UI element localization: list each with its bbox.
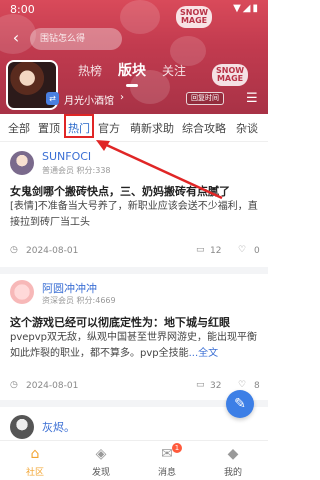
- clock-icon: ◷: [10, 380, 18, 390]
- board-header: SNOW MAGE SNOW MAGE 8:00 ▼◢▮ ‹ 围钻怎么得 热榜 版块…: [0, 0, 268, 114]
- community-icon: ⌂: [30, 446, 40, 462]
- post-date: 2024-08-01: [26, 246, 79, 256]
- category-tabs: 全部 置顶 热门 官方 萌新求助 综合攻略 杂谈: [0, 114, 268, 142]
- nav-community[interactable]: ⌂ 社区: [10, 443, 60, 479]
- clock-icon: ◷: [10, 245, 18, 255]
- sub-board-name[interactable]: 月光小酒馆: [64, 92, 114, 107]
- post-author-meta: 普通会员 积分:338: [42, 166, 111, 175]
- category-newbie-help[interactable]: 萌新求助: [130, 120, 174, 136]
- avatar[interactable]: [10, 151, 34, 175]
- post-footer: ◷ 2024-08-01 ▭ 32 ♡ 8: [10, 380, 260, 394]
- post-date: 2024-08-01: [26, 381, 79, 391]
- profile-icon: ◆: [227, 446, 239, 462]
- comment-icon[interactable]: ▭: [196, 245, 205, 255]
- sort-button[interactable]: 回复时间: [186, 92, 224, 105]
- like-icon[interactable]: ♡: [238, 380, 246, 390]
- tab-board[interactable]: 版块: [118, 60, 146, 80]
- post-body-text: pvepvp双无敌，纵观中国甚至世界网游史，能出现平衡如此炸裂的职业，都不算多。…: [10, 332, 258, 359]
- post-title[interactable]: 女鬼剑哪个搬砖快点，三、奶妈搬砖有点腻了: [10, 183, 260, 199]
- search-input[interactable]: 围钻怎么得: [30, 28, 122, 50]
- like-icon[interactable]: ♡: [238, 245, 246, 255]
- post-title[interactable]: 这个游戏已经可以彻底定性为：地下城与红眼: [10, 314, 260, 330]
- post-body[interactable]: [表情]不准备当大号养了，新职业应该会送不少福利，直接拉到砖厂当工头: [10, 199, 260, 231]
- post-card[interactable]: SUNFOCI 普通会员 积分:338 女鬼剑哪个搬砖快点，三、奶妈搬砖有点腻了…: [0, 143, 268, 267]
- nav-profile-label: 我的: [223, 468, 242, 478]
- nav-discover[interactable]: ◈ 发现: [76, 443, 126, 479]
- like-count: 0: [254, 246, 260, 256]
- status-time: 8:00: [10, 3, 35, 16]
- avatar[interactable]: [10, 415, 34, 439]
- post-author[interactable]: SUNFOCI: [42, 150, 91, 163]
- chevron-right-icon: ›: [120, 92, 124, 103]
- category-pinned[interactable]: 置顶: [38, 120, 60, 136]
- category-all[interactable]: 全部: [8, 120, 30, 136]
- menu-icon[interactable]: ☰: [246, 91, 258, 106]
- divider: [0, 267, 268, 274]
- nav-messages-label: 消息: [157, 468, 176, 478]
- post-card[interactable]: 阿圆冲冲冲 资深会员 积分:4669 这个游戏已经可以彻底定性为：地下城与红眼 …: [0, 274, 268, 400]
- post-author[interactable]: 阿圆冲冲冲: [42, 280, 97, 296]
- tab-hot-list[interactable]: 热榜: [78, 62, 102, 79]
- tab-follow[interactable]: 关注: [162, 62, 186, 79]
- category-guides[interactable]: 综合攻略: [182, 120, 226, 136]
- post-footer: ◷ 2024-08-01 ▭ 12 ♡ 0: [10, 245, 260, 259]
- nav-messages[interactable]: ✉ 1 消息: [142, 443, 192, 479]
- status-bar: 8:00 ▼◢▮: [0, 0, 268, 20]
- highlight-box: [64, 114, 94, 138]
- category-official[interactable]: 官方: [98, 120, 120, 136]
- avatar[interactable]: [10, 280, 34, 304]
- new-post-button[interactable]: ✎: [226, 390, 254, 418]
- comment-icon[interactable]: ▭: [196, 380, 205, 390]
- post-author[interactable]: 灰烬。: [42, 419, 75, 435]
- nav-discover-label: 发现: [91, 468, 110, 478]
- discover-icon: ◈: [95, 446, 107, 462]
- active-tab-indicator: [126, 84, 138, 87]
- comment-count: 32: [210, 381, 222, 391]
- switch-icon[interactable]: ⇄: [46, 92, 59, 105]
- bottom-nav: ⌂ 社区 ◈ 发现 ✉ 1 消息 ◆ 我的: [0, 440, 268, 480]
- post-author-meta: 资深会员 积分:4669: [42, 296, 116, 305]
- notification-badge: 1: [172, 443, 182, 453]
- status-icons: ▼◢▮: [233, 3, 260, 14]
- back-arrow-icon[interactable]: ‹: [6, 28, 26, 48]
- category-chat[interactable]: 杂谈: [236, 120, 258, 136]
- read-more-link[interactable]: ...全文: [189, 348, 219, 359]
- like-count: 8: [254, 381, 260, 391]
- comment-count: 12: [210, 246, 222, 256]
- nav-profile[interactable]: ◆ 我的: [208, 443, 258, 479]
- nav-community-label: 社区: [25, 468, 44, 478]
- post-body[interactable]: pvepvp双无敌，纵观中国甚至世界网游史，能出现平衡如此炸裂的职业，都不算多。…: [10, 330, 260, 362]
